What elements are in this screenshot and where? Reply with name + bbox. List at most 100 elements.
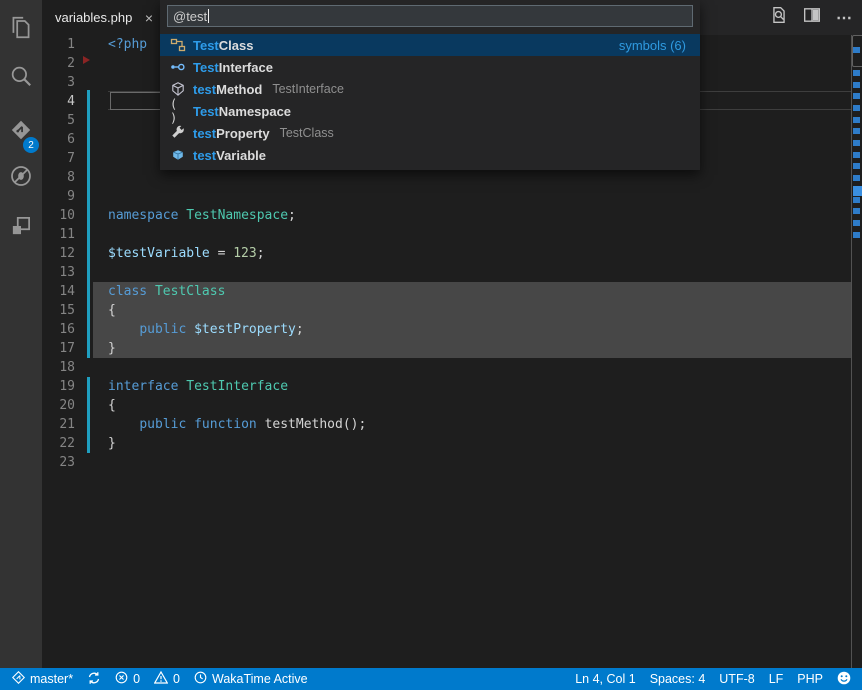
code-line-12[interactable]: 12$testVariable = 123; [42,244,846,263]
code-line-16[interactable]: 16 public $testProperty; [42,320,846,339]
symbol-property-icon [170,125,186,141]
warnings-item[interactable]: 0 [147,668,187,690]
code-line-19[interactable]: 19interface TestInterface [42,377,846,396]
status-bar: master* 0 0 [0,668,862,690]
code-line-11[interactable]: 11 [42,225,846,244]
symbol-name: TestNamespace [193,104,291,119]
split-editor-icon[interactable] [803,6,821,29]
overview-ruler-border [851,35,852,668]
code-line-21[interactable]: 21 public function testMethod(); [42,415,846,434]
wakatime-item[interactable]: WakaTime Active [187,668,315,690]
line-text: public function testMethod(); [108,415,366,434]
activity-item-search[interactable] [0,56,42,100]
code-line-18[interactable]: 18 [42,358,846,377]
line-number: 19 [42,377,75,396]
activity-item-extensions[interactable] [0,206,42,250]
feedback-item[interactable] [830,668,858,690]
git-branch-label: master* [30,672,73,686]
explorer-icon [8,15,34,46]
code-line-15[interactable]: 15{ [42,301,846,320]
language-mode-item[interactable]: PHP [790,668,830,690]
overview-modified-mark [853,163,860,169]
quick-open-query: @test [173,9,207,24]
tab-title: variables.php [55,10,132,25]
overview-modified-mark [853,175,860,181]
overview-modified-mark [853,232,860,238]
quick-open-input[interactable]: @test [167,5,693,27]
code-line-9[interactable]: 9 [42,187,846,206]
line-number: 13 [42,263,75,282]
symbol-container: TestClass [280,126,334,140]
overview-modified-mark [853,197,860,203]
code-line-22[interactable]: 22} [42,434,846,453]
activity-item-source-control[interactable]: 2 [0,110,42,154]
error-icon [115,671,128,687]
text-caret [208,9,209,23]
debug-icon [8,163,34,194]
code-line-14[interactable]: 14class TestClass [42,282,846,301]
quick-open-result-testProperty[interactable]: testPropertyTestClass [160,122,700,144]
line-text: <?php [108,35,147,54]
overview-modified-mark [853,47,860,53]
git-branch-item[interactable]: master* [5,668,80,690]
warnings-count: 0 [173,672,180,686]
code-line-8[interactable]: 8 [42,168,846,187]
quick-open-widget: @test TestClasssymbols (6) TestInterface t… [160,0,700,170]
line-text: } [108,434,116,453]
line-text: class TestClass [108,282,225,301]
line-number: 1 [42,35,75,54]
quick-open-result-testMethod[interactable]: testMethodTestInterface [160,78,700,100]
line-text: { [108,301,116,320]
open-preview-icon[interactable] [770,6,788,29]
eol-item[interactable]: LF [762,668,791,690]
quick-open-result-testVariable[interactable]: testVariable [160,144,700,166]
symbol-name: TestClass [193,38,253,53]
clock-icon [194,671,207,687]
overview-modified-mark [853,220,860,226]
symbol-namespace-icon: ( ) [170,103,186,119]
errors-item[interactable]: 0 [108,668,147,690]
line-number: 22 [42,434,75,453]
line-text: { [108,396,116,415]
overview-modified-mark [853,93,860,99]
quick-open-result-TestInterface[interactable]: TestInterface [160,56,700,78]
line-number: 3 [42,73,75,92]
line-text: } [108,339,116,358]
symbol-interface-icon [170,59,186,75]
quick-open-result-TestClass[interactable]: TestClasssymbols (6) [160,34,700,56]
language-mode-label: PHP [797,672,823,686]
line-number: 10 [42,206,75,225]
tab-variables-php[interactable]: variables.php × [42,0,162,35]
code-line-17[interactable]: 17} [42,339,846,358]
status-left: master* 0 0 [0,668,315,690]
code-line-23[interactable]: 23 [42,453,846,472]
overview-modified-mark [853,70,860,76]
activity-item-debug[interactable] [0,156,42,200]
code-line-10[interactable]: 10 namespace TestNamespace; [42,206,846,225]
quick-open-results: TestClasssymbols (6) TestInterface testMet… [160,34,700,166]
indentation-item[interactable]: Spaces: 4 [643,668,713,690]
cursor-position-item[interactable]: Ln 4, Col 1 [568,668,642,690]
overview-modified-mark [853,82,860,88]
line-number: 9 [42,187,75,206]
cursor-position-label: Ln 4, Col 1 [575,672,635,686]
line-number: 21 [42,415,75,434]
line-number: 4 [42,92,75,111]
symbol-variable-icon [170,147,186,163]
code-line-20[interactable]: 20{ [42,396,846,415]
activity-item-explorer[interactable] [0,8,42,52]
line-number: 11 [42,225,75,244]
line-text: namespace TestNamespace; [108,206,296,225]
code-line-13[interactable]: 13 [42,263,846,282]
line-number: 23 [42,453,75,472]
sync-item[interactable] [80,668,108,690]
git-branch-icon [12,671,25,687]
encoding-item[interactable]: UTF-8 [712,668,761,690]
symbol-name: TestInterface [193,60,273,75]
symbol-method-icon [170,81,186,97]
overview-modified-mark [853,208,860,214]
tab-close-icon[interactable]: × [145,11,153,25]
line-number: 16 [42,320,75,339]
more-actions-icon[interactable]: ⋯ [836,8,853,28]
quick-open-result-TestNamespace[interactable]: ( ) TestNamespace [160,100,700,122]
